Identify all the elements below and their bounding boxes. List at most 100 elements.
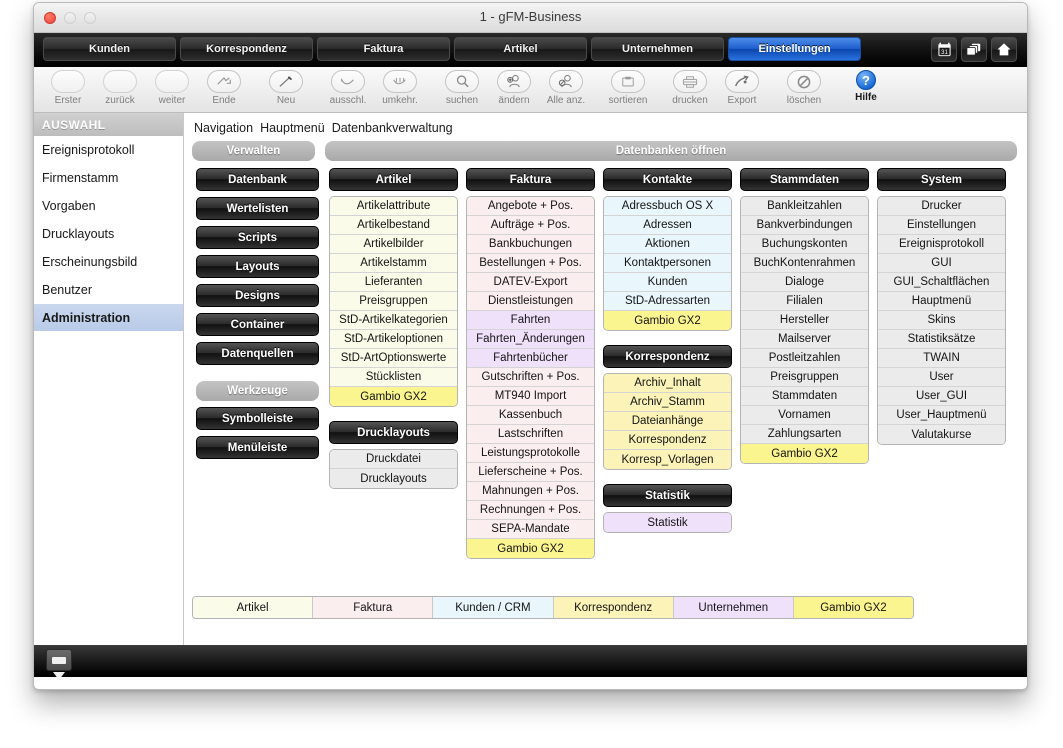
group-header-faktura[interactable]: Faktura bbox=[466, 168, 595, 191]
database-item[interactable]: Bankleitzahlen bbox=[741, 197, 868, 216]
database-item[interactable]: BuchKontenrahmen bbox=[741, 254, 868, 273]
database-item[interactable]: Stammdaten bbox=[741, 387, 868, 406]
verwalten-button-wertelisten[interactable]: Wertelisten bbox=[196, 197, 319, 220]
toolbar-button-omit-multiple[interactable]: umkehr. bbox=[374, 70, 426, 106]
database-item[interactable]: Einstellungen bbox=[878, 216, 1005, 235]
database-item[interactable]: Leistungsprotokolle bbox=[467, 444, 594, 463]
sidebar-item-drucklayouts[interactable]: Drucklayouts bbox=[34, 220, 183, 248]
sidebar-item-vorgaben[interactable]: Vorgaben bbox=[34, 192, 183, 220]
database-item[interactable]: Lieferanten bbox=[330, 273, 457, 292]
database-item[interactable]: GUI_Schaltflächen bbox=[878, 273, 1005, 292]
database-item[interactable]: Vornamen bbox=[741, 406, 868, 425]
database-item[interactable]: Kontaktpersonen bbox=[604, 254, 731, 273]
sidebar-item-firmenstamm[interactable]: Firmenstamm bbox=[34, 164, 183, 192]
database-item[interactable]: Gambio GX2 bbox=[604, 311, 731, 330]
verwalten-button-designs[interactable]: Designs bbox=[196, 284, 319, 307]
group-header-korrespondenz[interactable]: Korrespondenz bbox=[603, 345, 732, 368]
database-item[interactable]: Artikelattribute bbox=[330, 197, 457, 216]
database-item[interactable]: Gambio GX2 bbox=[330, 387, 457, 406]
sidebar-item-ereignisprotokoll[interactable]: Ereignisprotokoll bbox=[34, 136, 183, 164]
database-item[interactable]: Fahrten bbox=[467, 311, 594, 330]
database-item[interactable]: DATEV-Export bbox=[467, 273, 594, 292]
database-item[interactable]: Fahrtenbücher bbox=[467, 349, 594, 368]
database-item[interactable]: Archiv_Stamm bbox=[604, 393, 731, 412]
toolbar-button-show-all-records[interactable]: Alle anz. bbox=[540, 70, 592, 106]
toolbar-button-next-record[interactable]: weiter bbox=[146, 70, 198, 106]
werkzeuge-button-menüleiste[interactable]: Menüleiste bbox=[196, 436, 319, 459]
database-item[interactable]: Artikelbilder bbox=[330, 235, 457, 254]
group-header-artikel[interactable]: Artikel bbox=[329, 168, 458, 191]
database-item[interactable]: Mailserver bbox=[741, 330, 868, 349]
database-item[interactable]: Gambio GX2 bbox=[467, 539, 594, 558]
tab-faktura[interactable]: Faktura bbox=[317, 37, 450, 61]
group-header-stammdaten[interactable]: Stammdaten bbox=[740, 168, 869, 191]
database-item[interactable]: Archiv_Inhalt bbox=[604, 374, 731, 393]
werkzeuge-button-symbolleiste[interactable]: Symbolleiste bbox=[196, 407, 319, 430]
database-item[interactable]: Korresp_Vorlagen bbox=[604, 450, 731, 469]
database-item[interactable]: Bankverbindungen bbox=[741, 216, 868, 235]
database-item[interactable]: Preisgruppen bbox=[741, 368, 868, 387]
toolbar-button-first-record[interactable]: Erster bbox=[42, 70, 94, 106]
breadcrumb-item[interactable]: Navigation bbox=[194, 121, 253, 135]
database-item[interactable]: Zahlungsarten bbox=[741, 425, 868, 444]
group-header-drucklayouts[interactable]: Drucklayouts bbox=[329, 421, 458, 444]
home-icon[interactable] bbox=[991, 37, 1017, 62]
breadcrumb-item[interactable]: Datenbankverwaltung bbox=[332, 121, 453, 135]
tab-einstellungen[interactable]: Einstellungen bbox=[728, 37, 861, 61]
database-item[interactable]: User_GUI bbox=[878, 387, 1005, 406]
database-item[interactable]: Kunden bbox=[604, 273, 731, 292]
breadcrumb-item[interactable]: Hauptmenü bbox=[260, 121, 325, 135]
group-header-kontakte[interactable]: Kontakte bbox=[603, 168, 732, 191]
tab-korrespondenz[interactable]: Korrespondenz bbox=[180, 37, 313, 61]
group-header-statistik[interactable]: Statistik bbox=[603, 484, 732, 507]
database-item[interactable]: GUI bbox=[878, 254, 1005, 273]
verwalten-button-datenbank[interactable]: Datenbank bbox=[196, 168, 319, 191]
tab-unternehmen[interactable]: Unternehmen bbox=[591, 37, 724, 61]
database-item[interactable]: Mahnungen + Pos. bbox=[467, 482, 594, 501]
verwalten-button-scripts[interactable]: Scripts bbox=[196, 226, 319, 249]
toolbar-button-previous-record[interactable]: zurück bbox=[94, 70, 146, 106]
database-item[interactable]: StD-Artikeloptionen bbox=[330, 330, 457, 349]
verwalten-button-layouts[interactable]: Layouts bbox=[196, 255, 319, 278]
database-item[interactable]: Hauptmenü bbox=[878, 292, 1005, 311]
database-item[interactable]: Stücklisten bbox=[330, 368, 457, 387]
database-item[interactable]: Dienstleistungen bbox=[467, 292, 594, 311]
database-item[interactable]: Kassenbuch bbox=[467, 406, 594, 425]
database-item[interactable]: StD-Artikelkategorien bbox=[330, 311, 457, 330]
database-item[interactable]: Aktionen bbox=[604, 235, 731, 254]
database-item[interactable]: Postleitzahlen bbox=[741, 349, 868, 368]
toolbar-button-sort[interactable]: sortieren bbox=[602, 70, 654, 106]
windows-stack-icon[interactable] bbox=[961, 37, 987, 62]
database-item[interactable]: Gambio GX2 bbox=[741, 444, 868, 463]
sidebar-item-benutzer[interactable]: Benutzer bbox=[34, 276, 183, 304]
database-item[interactable]: Artikelbestand bbox=[330, 216, 457, 235]
database-item[interactable]: SEPA-Mandate bbox=[467, 520, 594, 539]
toolbar-button-modify-record[interactable]: ändern bbox=[488, 70, 540, 106]
database-item[interactable]: Artikelstamm bbox=[330, 254, 457, 273]
database-item[interactable]: Adressen bbox=[604, 216, 731, 235]
tab-artikel[interactable]: Artikel bbox=[454, 37, 587, 61]
database-item[interactable]: Filialen bbox=[741, 292, 868, 311]
database-item[interactable]: Skins bbox=[878, 311, 1005, 330]
database-item[interactable]: Lieferscheine + Pos. bbox=[467, 463, 594, 482]
database-item[interactable]: Buchungskonten bbox=[741, 235, 868, 254]
database-item[interactable]: Angebote + Pos. bbox=[467, 197, 594, 216]
database-item[interactable]: Aufträge + Pos. bbox=[467, 216, 594, 235]
sidebar-item-administration[interactable]: Administration bbox=[34, 304, 183, 332]
verwalten-button-datenquellen[interactable]: Datenquellen bbox=[196, 342, 319, 365]
verwalten-button-container[interactable]: Container bbox=[196, 313, 319, 336]
database-item[interactable]: Dialoge bbox=[741, 273, 868, 292]
database-item[interactable]: Hersteller bbox=[741, 311, 868, 330]
group-header-system[interactable]: System bbox=[877, 168, 1006, 191]
database-item[interactable]: Ereignisprotokoll bbox=[878, 235, 1005, 254]
database-item[interactable]: Valutakurse bbox=[878, 425, 1005, 444]
database-item[interactable]: Lastschriften bbox=[467, 425, 594, 444]
database-item[interactable]: Drucklayouts bbox=[330, 469, 457, 488]
toolbar-button-help-question[interactable]: ? Hilfe bbox=[840, 70, 892, 103]
calendar-31-icon[interactable]: 31 bbox=[931, 37, 957, 62]
database-item[interactable]: Korrespondenz bbox=[604, 431, 731, 450]
toolbar-button-print[interactable]: drucken bbox=[664, 70, 716, 106]
database-item[interactable]: Bankbuchungen bbox=[467, 235, 594, 254]
database-item[interactable]: Adressbuch OS X bbox=[604, 197, 731, 216]
database-item[interactable]: User_Hauptmenü bbox=[878, 406, 1005, 425]
